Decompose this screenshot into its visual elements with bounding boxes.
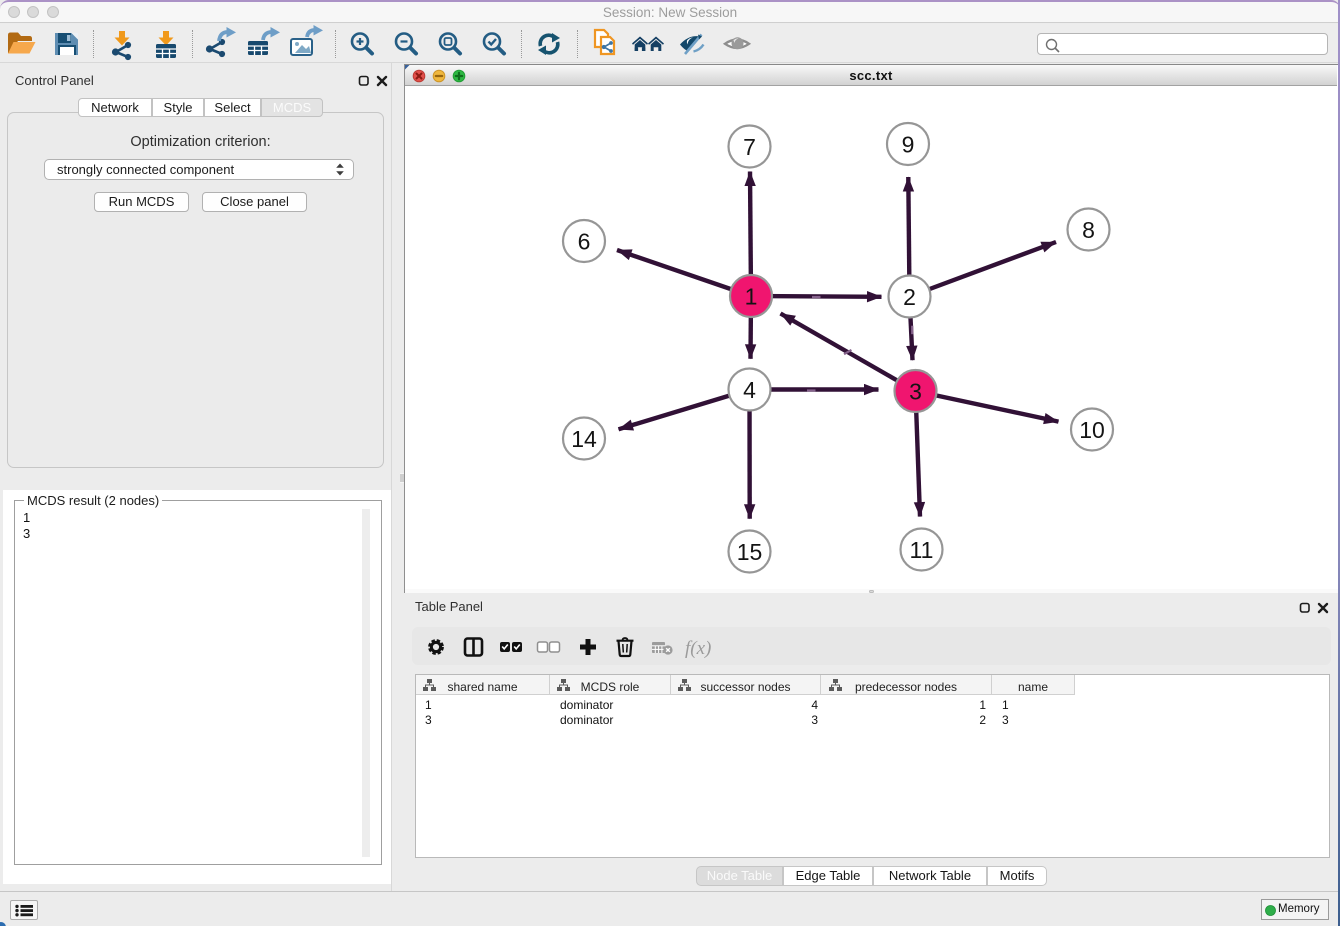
svg-text:7: 7 [743, 134, 756, 160]
svg-text:14: 14 [571, 426, 597, 452]
svg-text:4: 4 [743, 377, 756, 403]
svg-text:9: 9 [902, 132, 915, 158]
svg-text:1: 1 [745, 284, 758, 310]
svg-text:f(x): f(x) [685, 638, 711, 659]
svg-text:2: 2 [903, 284, 916, 310]
svg-text:11: 11 [910, 537, 934, 563]
svg-text:6: 6 [578, 229, 591, 255]
svg-text:3: 3 [909, 379, 922, 405]
svg-text:15: 15 [737, 539, 763, 565]
svg-text:8: 8 [1082, 217, 1095, 243]
svg-text:10: 10 [1079, 417, 1105, 443]
